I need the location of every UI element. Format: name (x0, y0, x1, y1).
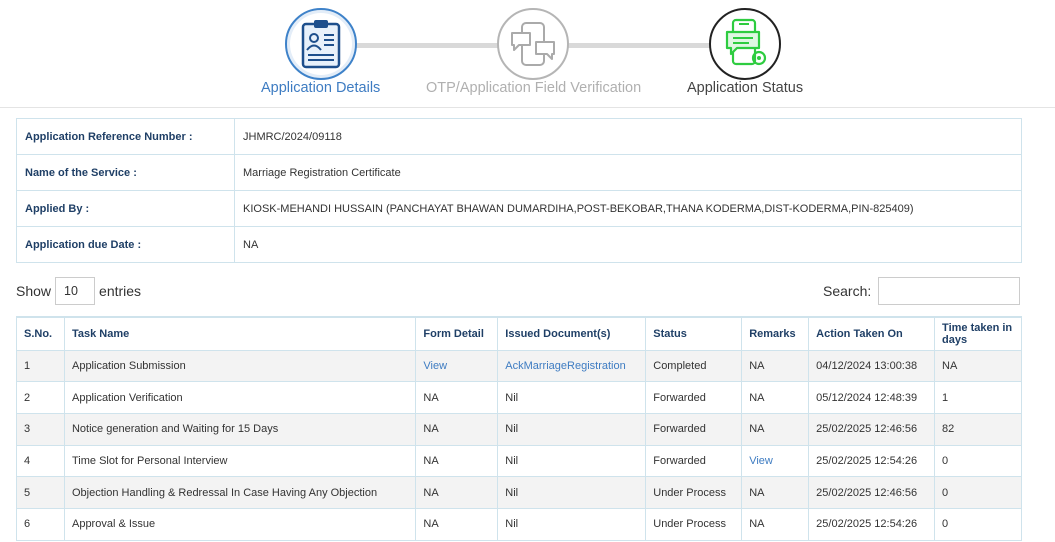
cell-form-detail: NA (415, 444, 499, 478)
cell-remarks: NA (741, 412, 810, 446)
table-row: 6 Approval & Issue NA Nil Under Process … (16, 507, 1022, 541)
cell-issued-document: Nil (497, 381, 647, 414)
cell-time-taken: 82 (934, 412, 1022, 446)
cell-form-detail: NA (415, 381, 499, 414)
header-sno[interactable]: S.No. (16, 316, 65, 351)
table-header-row: S.No. Task Name Form Detail Issued Docum… (16, 316, 1022, 351)
entries-length-control: Show 10 entries (16, 277, 141, 305)
cell-form-detail: NA (415, 507, 499, 541)
header-form-detail[interactable]: Form Detail (415, 316, 499, 351)
due-date-value: NA (234, 226, 1022, 263)
cell-action-taken-on: 25/02/2025 12:54:26 (808, 444, 936, 478)
step-connector-2 (568, 43, 710, 48)
cell-status: Forwarded (645, 412, 743, 446)
info-row-reference: Application Reference Number : JHMRC/202… (16, 118, 1022, 155)
cell-form-detail: NA (415, 412, 499, 446)
progress-stepper: Application Details OTP/Application Fiel… (0, 0, 1055, 108)
cell-action-taken-on: 04/12/2024 13:00:38 (808, 349, 936, 383)
entries-label: entries (99, 283, 142, 299)
issued-document-link[interactable]: AckMarriageRegistration (505, 360, 625, 372)
cell-time-taken: 0 (934, 507, 1022, 541)
step-otp-verification[interactable] (497, 8, 569, 80)
step-label-application-details: Application Details (261, 80, 381, 96)
cell-time-taken: 0 (934, 444, 1022, 478)
applied-by-value: KIOSK-MEHANDI HUSSAIN (PANCHAYAT BHAWAN … (234, 190, 1022, 227)
cell-status: Forwarded (645, 381, 743, 414)
cell-remarks: NA (741, 381, 810, 414)
cell-form-detail: View (415, 349, 499, 383)
table-row: 3 Notice generation and Waiting for 15 D… (16, 412, 1022, 446)
cell-action-taken-on: 25/02/2025 12:54:26 (808, 507, 936, 541)
cell-sno: 2 (16, 381, 65, 414)
chat-verification-icon (511, 22, 555, 66)
service-name-label: Name of the Service : (16, 154, 235, 191)
cell-sno: 4 (16, 444, 65, 478)
cell-task-name: Application Submission (63, 349, 417, 383)
cell-time-taken: 0 (934, 476, 1022, 509)
cell-task-name: Approval & Issue (63, 507, 417, 541)
status-document-icon (725, 18, 767, 66)
step-application-status[interactable] (709, 8, 781, 80)
cell-issued-document: AckMarriageRegistration (497, 349, 647, 383)
cell-action-taken-on: 05/12/2024 12:48:39 (808, 381, 936, 414)
cell-remarks: NA (741, 507, 810, 541)
cell-issued-document: Nil (497, 444, 647, 478)
search-label: Search: (823, 283, 872, 299)
cell-sno: 1 (16, 349, 65, 383)
info-row-due-date: Application due Date : NA (16, 226, 1022, 263)
cell-sno: 6 (16, 507, 65, 541)
cell-form-detail: NA (415, 476, 499, 509)
header-action-taken-on[interactable]: Action Taken On (808, 316, 936, 351)
header-time-taken[interactable]: Time taken in days (934, 316, 1022, 351)
applied-by-label: Applied By : (16, 190, 235, 227)
show-label: Show (16, 283, 52, 299)
cell-action-taken-on: 25/02/2025 12:46:56 (808, 412, 936, 446)
table-row: 1 Application Submission View AckMarriag… (16, 349, 1022, 383)
cell-status: Under Process (645, 476, 743, 509)
step-label-application-status: Application Status (687, 80, 804, 96)
cell-sno: 3 (16, 412, 65, 446)
cell-time-taken: NA (934, 349, 1022, 383)
cell-remarks: NA (741, 349, 810, 383)
info-row-service: Name of the Service : Marriage Registrat… (16, 154, 1022, 191)
cell-issued-document: Nil (497, 412, 647, 446)
cell-remarks: View (741, 444, 810, 478)
remarks-view-link[interactable]: View (749, 455, 773, 467)
search-control: Search: (823, 277, 1021, 305)
header-status[interactable]: Status (645, 316, 743, 351)
info-row-applied-by: Applied By : KIOSK-MEHANDI HUSSAIN (PANC… (16, 190, 1022, 227)
cell-task-name: Notice generation and Waiting for 15 Day… (63, 412, 417, 446)
cell-task-name: Objection Handling & Redressal In Case H… (63, 476, 417, 509)
step-label-otp-verification: OTP/Application Field Verification (426, 80, 642, 96)
service-name-value: Marriage Registration Certificate (234, 154, 1022, 191)
reference-number-value: JHMRC/2024/09118 (234, 118, 1022, 155)
reference-number-label: Application Reference Number : (16, 118, 235, 155)
step-application-details[interactable] (285, 8, 357, 80)
cell-task-name: Time Slot for Personal Interview (63, 444, 417, 478)
header-task-name[interactable]: Task Name (63, 316, 417, 351)
step-connector-1 (356, 43, 498, 48)
cell-status: Under Process (645, 507, 743, 541)
cell-time-taken: 1 (934, 381, 1022, 414)
cell-status: Forwarded (645, 444, 743, 478)
cell-issued-document: Nil (497, 507, 647, 541)
due-date-label: Application due Date : (16, 226, 235, 263)
cell-action-taken-on: 25/02/2025 12:46:56 (808, 476, 936, 509)
header-issued-documents[interactable]: Issued Document(s) (497, 316, 647, 351)
entries-select[interactable]: 10 (55, 277, 96, 305)
table-row: 4 Time Slot for Personal Interview NA Ni… (16, 444, 1022, 478)
cell-issued-document: Nil (497, 476, 647, 509)
task-status-table: S.No. Task Name Form Detail Issued Docum… (16, 316, 1022, 541)
search-input[interactable] (878, 277, 1021, 305)
cell-sno: 5 (16, 476, 65, 509)
table-row: 2 Application Verification NA Nil Forwar… (16, 381, 1022, 414)
cell-task-name: Application Verification (63, 381, 417, 414)
table-row: 5 Objection Handling & Redressal In Case… (16, 476, 1022, 509)
application-info-table: Application Reference Number : JHMRC/202… (16, 118, 1022, 263)
cell-remarks: NA (741, 476, 810, 509)
header-remarks[interactable]: Remarks (741, 316, 810, 351)
application-form-icon (301, 20, 341, 69)
form-detail-view-link[interactable]: View (423, 360, 447, 372)
cell-status: Completed (645, 349, 743, 383)
